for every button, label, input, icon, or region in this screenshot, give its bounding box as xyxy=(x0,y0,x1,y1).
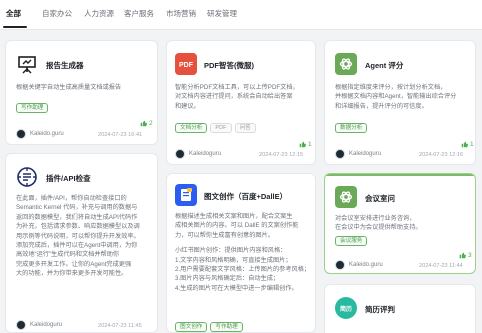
api-plugin-icon xyxy=(16,166,38,188)
card-title: 插件/API检查 xyxy=(46,174,91,183)
tab-hr[interactable]: 人力资源 xyxy=(84,8,114,19)
card-resume-review[interactable]: 简历 简历评判 xyxy=(324,284,476,333)
avatar xyxy=(16,129,26,139)
card-tags: 写作助理 xyxy=(16,103,49,113)
active-tab-indicator xyxy=(3,26,27,28)
card-author: Kaleido.guru xyxy=(335,260,383,270)
thumbs-up-icon xyxy=(459,252,466,259)
tag-data-analysis[interactable]: 数据分析 xyxy=(335,123,368,133)
card-description: 智能分析PDF文档工具，可以上传PDF文档， 对文档内容进行提问，系统会自动给出… xyxy=(175,84,299,110)
thumbs-up-icon xyxy=(140,120,147,127)
tab-customer-service[interactable]: 客户服务 xyxy=(124,8,154,19)
card-author: Kaleidoguru xyxy=(16,320,62,330)
svg-text:PDF: PDF xyxy=(179,62,194,69)
card-timestamp: 2024-07-23 16:41 xyxy=(98,132,143,138)
tag-pdf[interactable]: PDF xyxy=(210,123,232,133)
card-tags: 图文创作 写作助理 xyxy=(175,322,243,332)
tab-marketing[interactable]: 市场营销 xyxy=(166,8,196,19)
avatar xyxy=(16,320,26,330)
card-title: PDF智答(微服) xyxy=(204,61,254,70)
card-description: 根据指定维度来评分，按计划分析文档， 并根据文档内容和Agent，智能输出综合评… xyxy=(335,84,457,110)
card-description: 对会议室安排进行业务咨询， 在会议中为会议提供帮助支持。 xyxy=(335,215,422,232)
like-count[interactable]: 3 xyxy=(459,252,472,259)
card-title: 会议室问 xyxy=(365,194,395,203)
card-agent-scoring[interactable]: Agent 评分 根据指定维度来评分，按计划分析文档， 并根据文档内容和Agen… xyxy=(324,40,476,165)
resume-badge-icon: 简历 xyxy=(335,297,357,319)
openai-icon xyxy=(335,53,357,75)
card-author: Kaleido.guru xyxy=(16,129,64,139)
card-description: 根据关键字自动生成高质量文档或报告 xyxy=(16,84,122,91)
card-title: 图文创作（百度+DallE） xyxy=(204,192,288,201)
thumbs-up-icon xyxy=(461,141,468,148)
avatar xyxy=(175,149,185,159)
tab-office[interactable]: 自家办公 xyxy=(42,8,72,19)
card-timestamp: 2024-07-23 11:44 xyxy=(419,263,463,269)
card-timestamp: 2024-07-23 12:16 xyxy=(419,152,464,158)
card-tags: 文档分析 PDF 问答 xyxy=(175,123,256,133)
openai-icon xyxy=(335,186,357,208)
tag-qa[interactable]: 问答 xyxy=(234,123,256,133)
pdf-icon: PDF xyxy=(175,53,197,75)
like-count[interactable]: 1 xyxy=(461,141,474,148)
tag-writing-assistant[interactable]: 写作助理 xyxy=(16,103,49,113)
card-description: 根据描述生成相关文案和图片，配合文案生 成相关图片的内容。可以 DallE 的文… xyxy=(175,213,311,292)
card-illustrated-writing[interactable]: 图文创作（百度+DallE） 根据描述生成相关文案和图片，配合文案生 成相关图片… xyxy=(166,173,316,333)
card-author: Kaleidoguru xyxy=(335,149,381,159)
tag-meeting-service[interactable]: 会议服务 xyxy=(335,236,368,246)
document-icon xyxy=(175,184,197,206)
card-timestamp: 2024-07-23 11:45 xyxy=(98,323,142,329)
tag-illustrated-writing[interactable]: 图文创作 xyxy=(175,322,208,332)
avatar xyxy=(335,260,345,270)
avatar xyxy=(335,149,345,159)
card-description: 在此面，插件/API，帮你自动检查接口的 Semantic Kernel 代码，… xyxy=(16,195,140,278)
tab-rnd[interactable]: 研发管理 xyxy=(207,8,237,19)
card-tags: 数据分析 xyxy=(335,123,368,133)
card-timestamp: 2024-07-23 12:15 xyxy=(259,152,304,158)
card-meeting-room-qa[interactable]: 会议室问 对会议室安排进行业务咨询， 在会议中为会议提供帮助支持。 会议服务 3… xyxy=(324,173,476,274)
tab-all[interactable]: 全部 xyxy=(6,8,21,19)
card-title: Agent 评分 xyxy=(365,61,404,70)
card-title: 报告生成器 xyxy=(46,61,84,70)
card-plugin-api-check[interactable]: 插件/API检查 在此面，插件/API，帮你自动检查接口的 Semantic K… xyxy=(5,153,158,333)
card-report-generator[interactable]: 报告生成器 根据关键字自动生成高质量文档或报告 写作助理 2 Kaleido.g… xyxy=(5,40,158,145)
category-tabs: 全部 自家办公 人力资源 客户服务 市场营销 研发管理 xyxy=(0,0,482,30)
like-count[interactable]: 1 xyxy=(299,141,312,148)
card-pdf-qa[interactable]: PDF PDF智答(微服) 智能分析PDF文档工具，可以上传PDF文档， 对文档… xyxy=(166,40,316,165)
card-author: Kaleidoguru xyxy=(175,149,221,159)
card-title: 简历评判 xyxy=(365,305,395,314)
tag-doc-analysis[interactable]: 文档分析 xyxy=(175,123,208,133)
card-tags: 会议服务 xyxy=(335,236,368,246)
thumbs-up-icon xyxy=(299,141,306,148)
tag-writing-assistant[interactable]: 写作助理 xyxy=(210,322,243,332)
presentation-icon xyxy=(16,53,38,75)
like-count[interactable]: 2 xyxy=(140,120,153,127)
